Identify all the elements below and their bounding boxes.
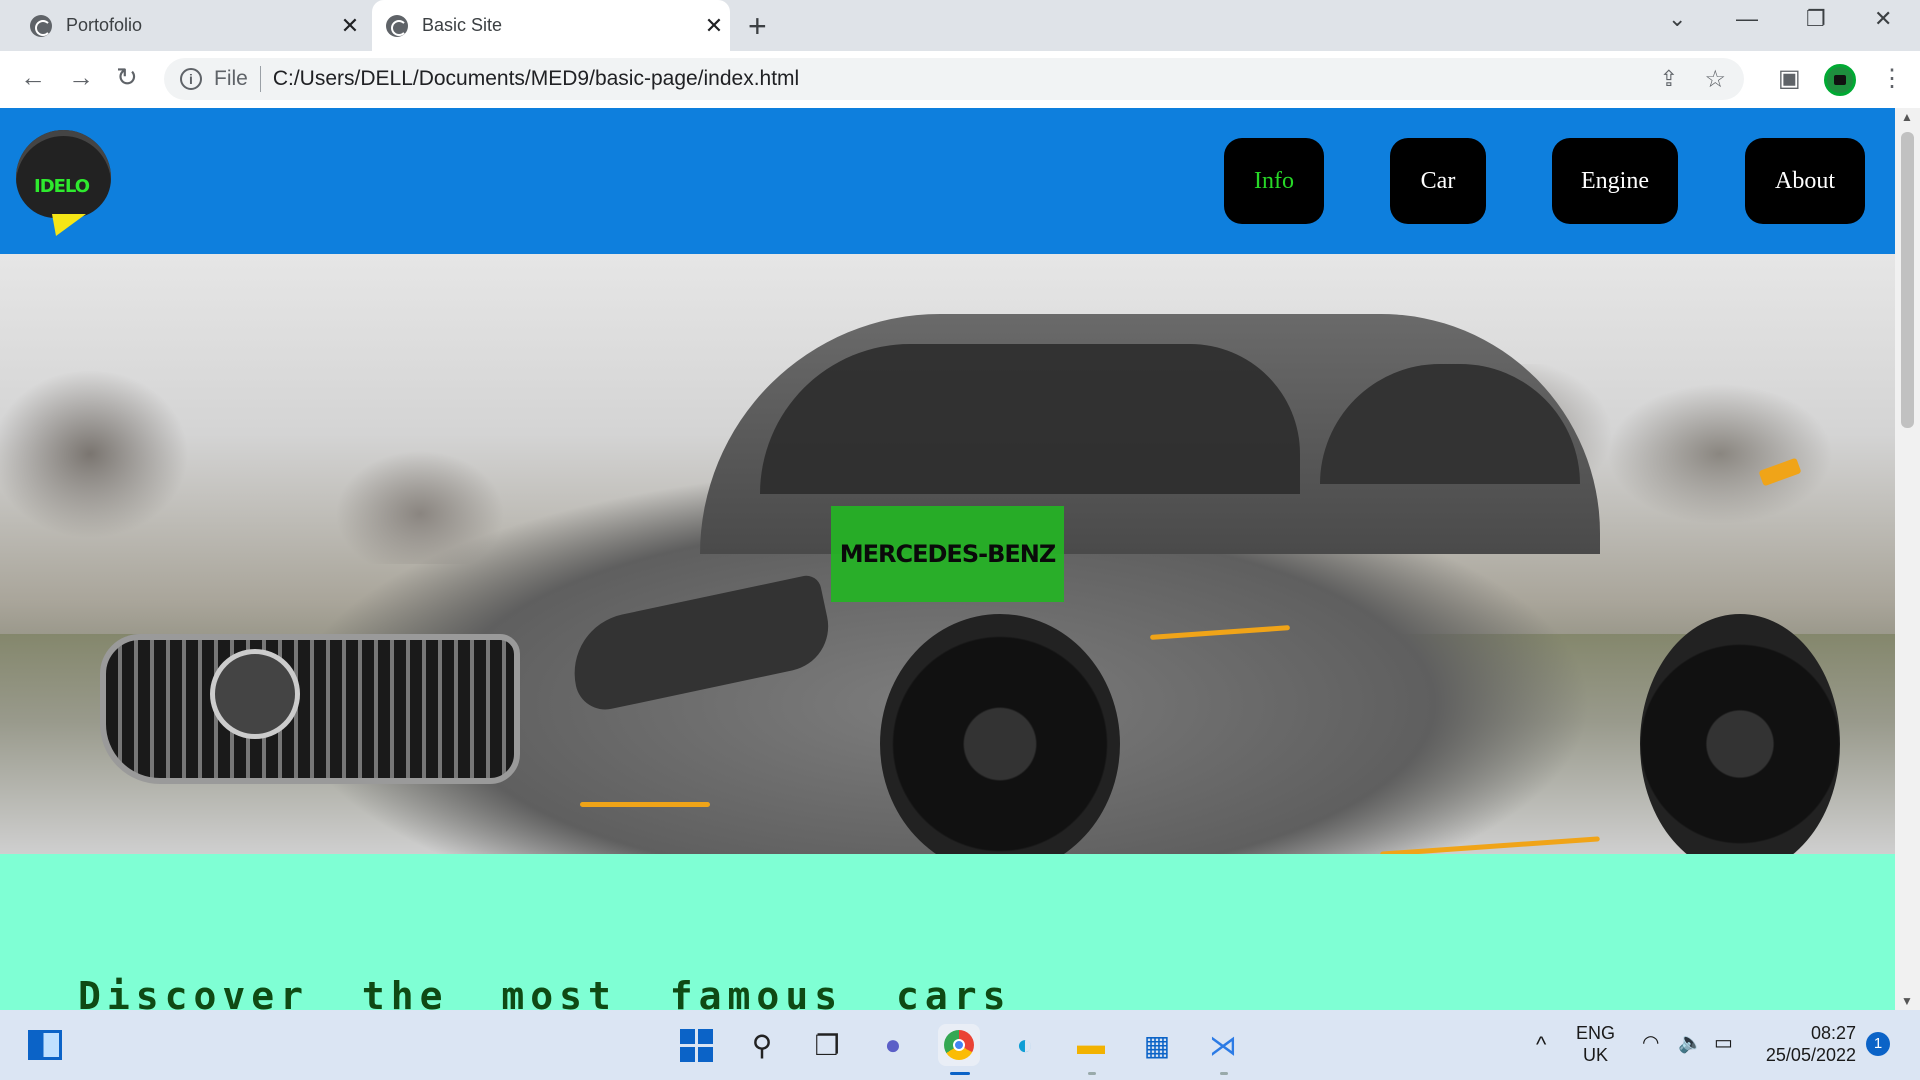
hero-car-image: MERCEDES-BENZ [0, 254, 1895, 854]
chrome-icon[interactable] [938, 1024, 980, 1066]
widgets-icon-shape [28, 1030, 62, 1060]
search-icon[interactable]: ⚲ [741, 1024, 783, 1066]
profile-avatar[interactable] [1824, 64, 1856, 96]
globe-icon [386, 14, 408, 37]
teams-chat-icon[interactable]: ● [872, 1024, 914, 1066]
scheme-label: File [214, 67, 248, 90]
speaker-muted-icon[interactable]: 🔈 [1678, 1032, 1703, 1054]
tray-overflow-icon[interactable]: ^ [1536, 1034, 1546, 1056]
clock-date: 25/05/2022 [1765, 1045, 1856, 1065]
task-view-icon[interactable]: ❐ [806, 1024, 848, 1066]
back-icon[interactable]: ← [20, 62, 46, 93]
tab-title: Basic Site [422, 15, 503, 35]
wifi-icon[interactable]: ◠ [1642, 1032, 1659, 1054]
tab-search-icon[interactable]: ⌄ [1668, 6, 1686, 32]
tab-portofolio[interactable]: Portofolio ✕ [16, 0, 366, 51]
logo-text: IDELO [34, 176, 90, 197]
battery-icon[interactable]: ▭ [1714, 1032, 1733, 1054]
mercedes-star-logo [210, 649, 300, 739]
running-app-indicator [1220, 1072, 1228, 1075]
minimize-icon[interactable]: — [1736, 6, 1758, 32]
restore-icon[interactable]: ❐ [1806, 6, 1826, 32]
section-heading: Discover the most famous cars [78, 974, 1012, 1010]
notification-badge[interactable]: 1 [1866, 1032, 1890, 1056]
logo-dome [16, 130, 111, 218]
bumper-accent-stripe [580, 802, 710, 807]
divider [259, 66, 261, 92]
close-tab-icon[interactable]: ✕ [334, 13, 366, 39]
site-header: IDELO Info Car Engine About [0, 108, 1895, 254]
menu-icon[interactable]: ⋮ [1880, 64, 1904, 93]
scroll-up-icon[interactable]: ▲ [1901, 110, 1913, 124]
tab-title: Portofolio [66, 15, 143, 35]
side-panel-icon[interactable]: ▣ [1778, 64, 1801, 93]
chrome-logo [944, 1030, 974, 1060]
start-icon-grid [679, 1028, 713, 1062]
clock[interactable]: 08:27 25/05/2022 [1760, 1022, 1856, 1066]
active-app-indicator [950, 1072, 970, 1075]
browser-chrome: Portofolio ✕ Basic Site ✕ + ⌄ — ❐ ✕ ← → … [0, 0, 1920, 108]
start-icon[interactable] [675, 1024, 717, 1066]
scrollbar-thumb[interactable] [1901, 132, 1914, 428]
vscode-icon[interactable]: ⋊ [1202, 1024, 1244, 1066]
car-grille [100, 634, 520, 784]
new-tab-button[interactable]: + [748, 8, 767, 45]
tab-strip: Portofolio ✕ Basic Site ✕ + ⌄ — ❐ ✕ [0, 0, 1920, 51]
address-bar[interactable]: i File C:/Users/DELL/Documents/MED9/basi… [164, 58, 1744, 100]
page-scrollbar[interactable]: ▲ ▼ [1895, 108, 1920, 1010]
file-explorer-icon[interactable]: ▬ [1070, 1024, 1112, 1066]
page-viewport: IDELO Info Car Engine About MERCEDES-BEN… [0, 108, 1895, 1010]
globe-icon [30, 14, 52, 37]
discover-section: Discover the most famous cars [0, 854, 1895, 1010]
nav-about-button[interactable]: About [1745, 138, 1865, 224]
nav-engine-button[interactable]: Engine [1552, 138, 1678, 224]
car-windshield [760, 344, 1300, 494]
reload-icon[interactable]: ↻ [116, 62, 138, 93]
store-icon[interactable]: ▦ [1136, 1024, 1178, 1066]
info-icon[interactable]: i [180, 68, 202, 90]
language-indicator[interactable]: ENG UK [1576, 1022, 1615, 1066]
nav-car-button[interactable]: Car [1390, 138, 1486, 224]
star-icon[interactable]: ☆ [1704, 65, 1726, 94]
url-text[interactable]: C:/Users/DELL/Documents/MED9/basic-page/… [273, 67, 799, 91]
close-window-icon[interactable]: ✕ [1874, 6, 1892, 32]
language-code: ENG [1576, 1023, 1616, 1043]
scroll-down-icon[interactable]: ▼ [1901, 994, 1913, 1008]
forward-icon[interactable]: → [68, 62, 94, 93]
site-logo[interactable]: IDELO [16, 130, 111, 240]
share-icon[interactable]: ⇪ [1660, 66, 1678, 92]
lightning-icon [43, 214, 87, 236]
tab-basic-site[interactable]: Basic Site ✕ [372, 0, 730, 51]
hero-badge[interactable]: MERCEDES-BENZ [831, 506, 1064, 602]
close-tab-icon[interactable]: ✕ [698, 13, 730, 39]
widgets-icon[interactable] [24, 1024, 66, 1066]
edge-icon[interactable]: ◐ [1004, 1024, 1046, 1066]
clock-time: 08:27 [1810, 1023, 1856, 1043]
running-app-indicator [1088, 1072, 1096, 1075]
nav-info-button[interactable]: Info [1224, 138, 1324, 224]
language-region: UK [1583, 1045, 1609, 1065]
